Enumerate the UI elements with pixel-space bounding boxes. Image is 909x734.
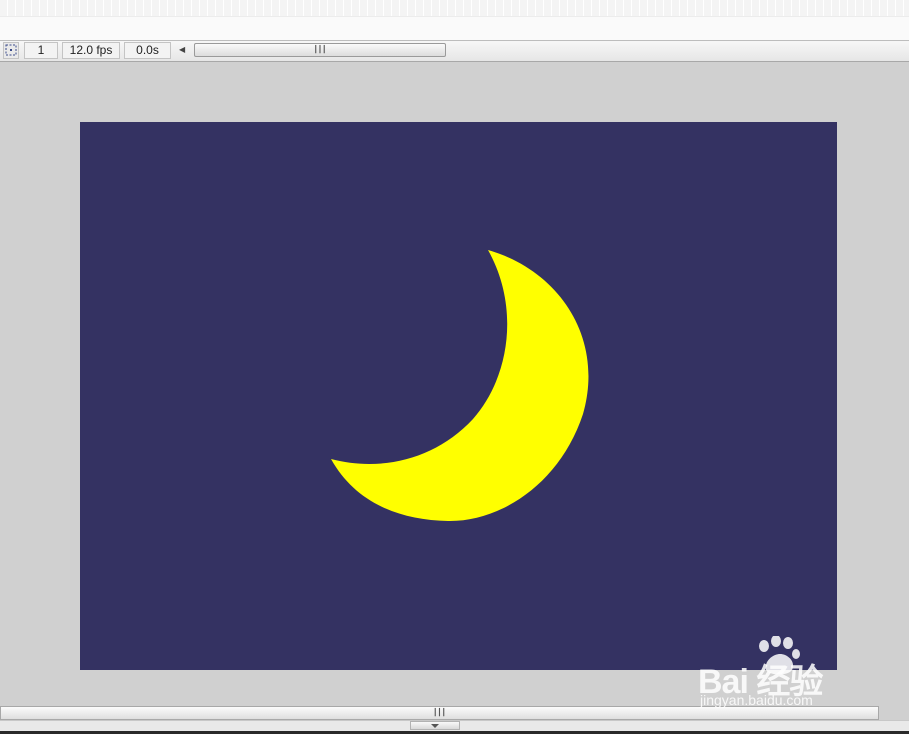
panel-collapse-button[interactable]	[410, 721, 460, 730]
timeline-horizontal-scrollbar[interactable]: ┃┃┃	[194, 43, 446, 57]
timeline-status-bar: 1 12.0 fps 0.0s ◀ ┃┃┃	[0, 40, 909, 62]
scroll-left-arrow-icon[interactable]: ◀	[179, 45, 185, 54]
current-frame-number: 1	[24, 42, 58, 59]
grip-icon: ┃┃┃	[433, 709, 446, 717]
timeline-frames-strip[interactable]	[0, 0, 909, 17]
panel-bottom-bar	[0, 720, 909, 734]
watermark-url: jingyan.baidu.com	[700, 692, 813, 708]
timeline-layer-area[interactable]	[0, 17, 909, 40]
grip-icon: ┃┃┃	[313, 46, 327, 54]
watermark: Bai 经验 jingyan.baidu.com	[698, 636, 868, 716]
center-frame-button[interactable]	[3, 42, 19, 59]
crescent-moon-shape[interactable]	[80, 122, 837, 670]
elapsed-time: 0.0s	[124, 42, 171, 59]
frame-rate[interactable]: 12.0 fps	[62, 42, 120, 59]
stage-canvas[interactable]	[80, 122, 837, 670]
chevron-down-icon	[431, 724, 439, 728]
center-frame-icon	[5, 44, 17, 56]
